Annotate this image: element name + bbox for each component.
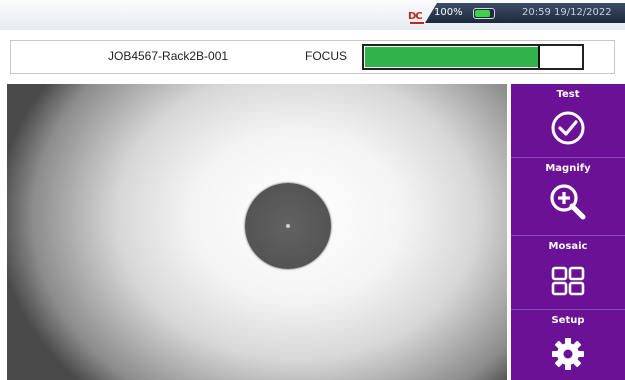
mosaic-grid-icon (551, 266, 585, 296)
check-circle-icon (551, 111, 585, 145)
status-bar: DC 100% 20:59 19/12/2022 (0, 0, 625, 30)
test-button-label: Test (556, 89, 580, 100)
clock: 20:59 19/12/2022 (522, 7, 612, 18)
setup-button[interactable]: Setup (511, 310, 625, 380)
battery-fill (475, 10, 490, 17)
setup-button-label: Setup (551, 315, 585, 326)
magnify-plus-icon (550, 184, 586, 220)
focus-meter-fill (365, 47, 539, 67)
job-name: JOB4567-Rack2B-001 (108, 49, 229, 63)
fiber-inspection-view[interactable] (7, 84, 507, 380)
magnify-button[interactable]: Magnify (511, 158, 625, 236)
test-button[interactable]: Test (511, 84, 625, 158)
fiber-core-center (286, 224, 290, 228)
mosaic-button[interactable]: Mosaic (511, 236, 625, 310)
focus-peak-marker (538, 46, 541, 68)
battery-icon (473, 8, 495, 19)
fiber-core (245, 183, 331, 269)
focus-meter (362, 44, 584, 70)
dc-power-icon: DC (408, 9, 426, 25)
focus-label: FOCUS (305, 49, 347, 63)
gear-icon (552, 338, 584, 370)
battery-percent: 100% (434, 7, 463, 18)
mosaic-button-label: Mosaic (548, 241, 588, 252)
side-panel: Test Magnify Mosaic Setup (511, 84, 625, 380)
magnify-button-label: Magnify (545, 163, 591, 174)
